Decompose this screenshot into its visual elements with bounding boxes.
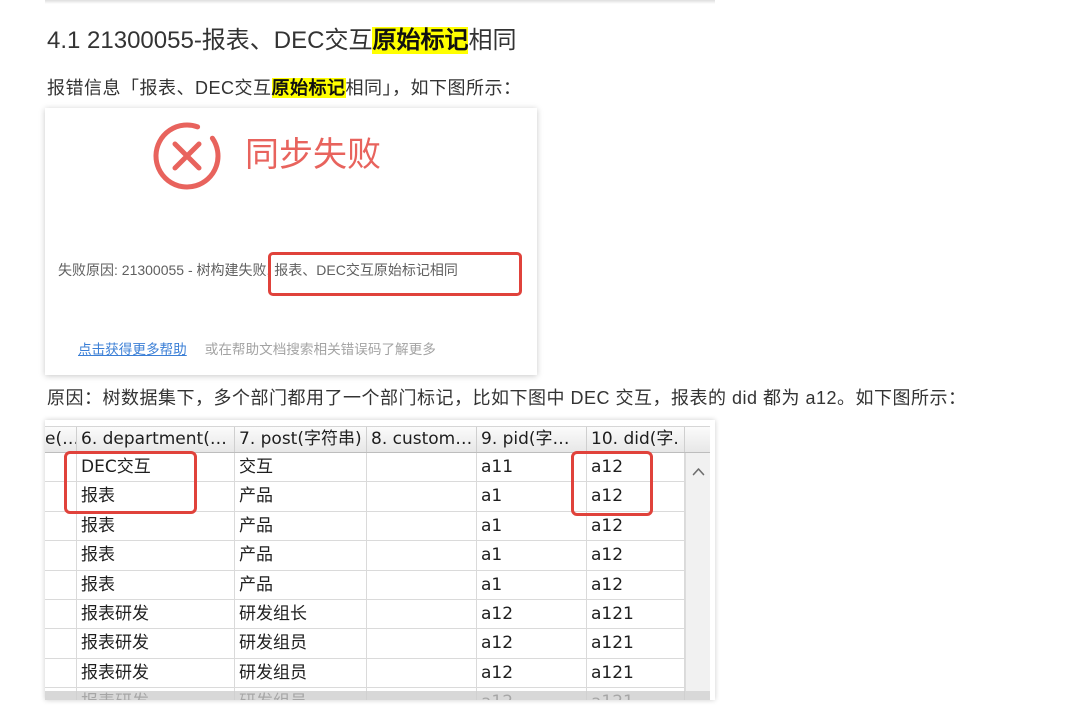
table-cell: a12 <box>477 658 587 689</box>
intro-text: 报错信息「报表、DEC交互 <box>47 78 272 98</box>
table-cell: a1 <box>477 570 587 600</box>
column-header: 10. did(字. <box>587 427 685 452</box>
table-cell: a121 <box>587 629 685 659</box>
heading-text: 4.1 21300055-报表、DEC交互 <box>47 27 373 54</box>
table-cell: a12 <box>477 599 587 630</box>
annotation-box <box>571 451 653 516</box>
intro-paragraph: 报错信息「报表、DEC交互原始标记相同」，如下图所示： <box>47 76 522 100</box>
error-dialog-screenshot: 同步失败 失败原因: 21300055 - 树构建失败, 报表、DEC交互原始标… <box>45 108 537 375</box>
table-cell: 报表研发 <box>77 599 235 630</box>
heading-text-end: 相同 <box>468 27 517 54</box>
table-cell <box>367 629 477 659</box>
vertical-scrollbar <box>685 453 710 691</box>
table-cell: a1 <box>477 511 587 542</box>
table-cell <box>45 570 77 600</box>
table-cell: 研发组长 <box>235 599 367 630</box>
cause-paragraph: 原因：树数据集下，多个部门都用了一个部门标记，比如下图中 DEC 交互，报表的 … <box>47 388 967 408</box>
table-cell: 产品 <box>235 541 367 571</box>
table-cell <box>45 599 77 630</box>
table-cell <box>45 658 77 689</box>
table-cell <box>367 453 477 483</box>
table-cell: a121 <box>587 599 685 630</box>
table-cell: 报表 <box>77 511 235 542</box>
table-cell: a12 <box>587 541 685 571</box>
table-row: 报表 产品 a1 a12 <box>45 541 685 571</box>
table-cell: 研发组员 <box>235 658 367 689</box>
horizontal-scrollbar <box>45 691 710 700</box>
annotation-box <box>64 451 197 514</box>
table-cell: 报表研发 <box>77 658 235 689</box>
table-cell <box>45 511 77 542</box>
previous-figure-shadow <box>45 0 715 4</box>
table-cell: a12 <box>587 511 685 542</box>
help-link: 点击获得更多帮助 <box>78 342 187 357</box>
annotation-box <box>268 252 522 296</box>
table-cell <box>367 482 477 512</box>
failure-reason-prefix: 失败原因: 21300055 - 树构建失败, <box>58 262 275 278</box>
table-cell <box>367 599 477 630</box>
table-row: 报表 产品 a1 a12 <box>45 570 685 600</box>
table-row: 报表研发研发组员 a12a121 <box>45 658 685 689</box>
table-cell: a1 <box>477 541 587 571</box>
table-row: 报表 产品 a1 a12 <box>45 511 685 542</box>
table-row: 报表研发 研发组长 a12 a121 <box>45 599 685 630</box>
help-hint: 或在帮助文档搜索相关错误码了解更多 <box>204 342 436 357</box>
table-cell <box>45 541 77 571</box>
error-circle-x-icon <box>151 120 223 192</box>
table-cell: a121 <box>587 658 685 689</box>
column-header: 7. post(字符串) <box>235 427 367 452</box>
table-cell: 研发组员 <box>235 629 367 659</box>
section-heading: 4.1 21300055-报表、DEC交互原始标记相同 <box>47 26 516 56</box>
table-cell <box>367 511 477 542</box>
table-cell: 产品 <box>235 511 367 542</box>
status-title: 同步失败 <box>245 136 381 174</box>
intro-highlighted-term: 原始标记 <box>271 78 346 98</box>
table-cell: 产品 <box>235 482 367 512</box>
help-row: 点击获得更多帮助 或在帮助文档搜索相关错误码了解更多 <box>78 341 436 359</box>
table-cell: 交互 <box>235 453 367 483</box>
table-cell: 报表研发 <box>77 629 235 659</box>
table-cell: 产品 <box>235 570 367 600</box>
heading-highlighted-term: 原始标记 <box>372 27 469 54</box>
table-cell <box>367 570 477 600</box>
chevron-up-icon <box>692 461 705 476</box>
intro-text-end: 相同」，如下图所示： <box>345 78 522 98</box>
table-cell <box>367 658 477 689</box>
column-header: 6. department(… <box>77 427 235 452</box>
table-cell: 报表 <box>77 570 235 600</box>
column-header: e(… <box>45 427 77 452</box>
table-cell: a12 <box>477 629 587 659</box>
table-cell: a12 <box>587 570 685 600</box>
table-header-filler <box>685 426 710 453</box>
dataset-table-screenshot: e(… 6. department(… 7. post(字符串) 8. custom…… <box>45 420 715 700</box>
column-header: 9. pid(字… <box>477 427 587 452</box>
table-cell: 报表 <box>77 541 235 571</box>
column-header: 8. custom… <box>367 427 477 452</box>
table-cell <box>367 541 477 571</box>
table-header-row: e(… 6. department(… 7. post(字符串) 8. custom…… <box>45 426 685 453</box>
table-row: 报表研发研发组员 a12a121 <box>45 629 685 659</box>
table-cell <box>45 629 77 659</box>
